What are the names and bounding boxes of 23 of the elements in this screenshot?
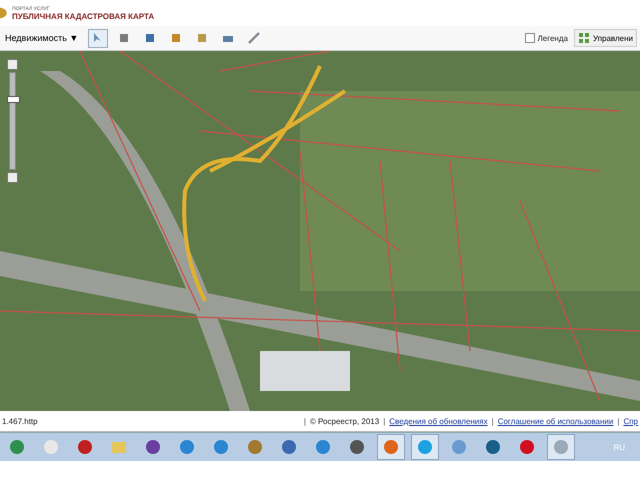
footer-link[interactable]: Сведения об обновлениях (389, 416, 488, 426)
footer-link[interactable]: Спр (623, 416, 638, 426)
layer-dropdown[interactable]: Недвижимость ▼ (3, 32, 80, 44)
wrench-icon (247, 31, 262, 45)
footer-link[interactable]: Соглашение об использовании (498, 416, 614, 426)
taskbar-button[interactable] (411, 434, 439, 460)
copyright-text: © Росреестр, 2013 (310, 416, 380, 426)
zoom-out-button[interactable] (7, 172, 18, 183)
grid-icon (578, 32, 590, 44)
zoom-in-button[interactable] (7, 59, 18, 70)
separator: | (492, 416, 494, 426)
separator: | (383, 416, 386, 426)
taskbar-button[interactable] (377, 434, 405, 460)
separator: | (617, 416, 620, 426)
legend-checkbox[interactable] (524, 33, 535, 43)
select-tool-button[interactable] (88, 28, 108, 48)
manage-button[interactable]: Управлени (574, 29, 637, 47)
portal-title: ПУБЛИЧНАЯ КАДАСТРОВАЯ КАРТА (12, 12, 154, 20)
legend-label: Легенда (538, 34, 568, 42)
separator: | (304, 416, 306, 426)
status-url: 1.467.http (2, 416, 38, 426)
zoom-slider-thumb[interactable] (7, 96, 20, 102)
taskbar-button[interactable] (547, 434, 575, 460)
